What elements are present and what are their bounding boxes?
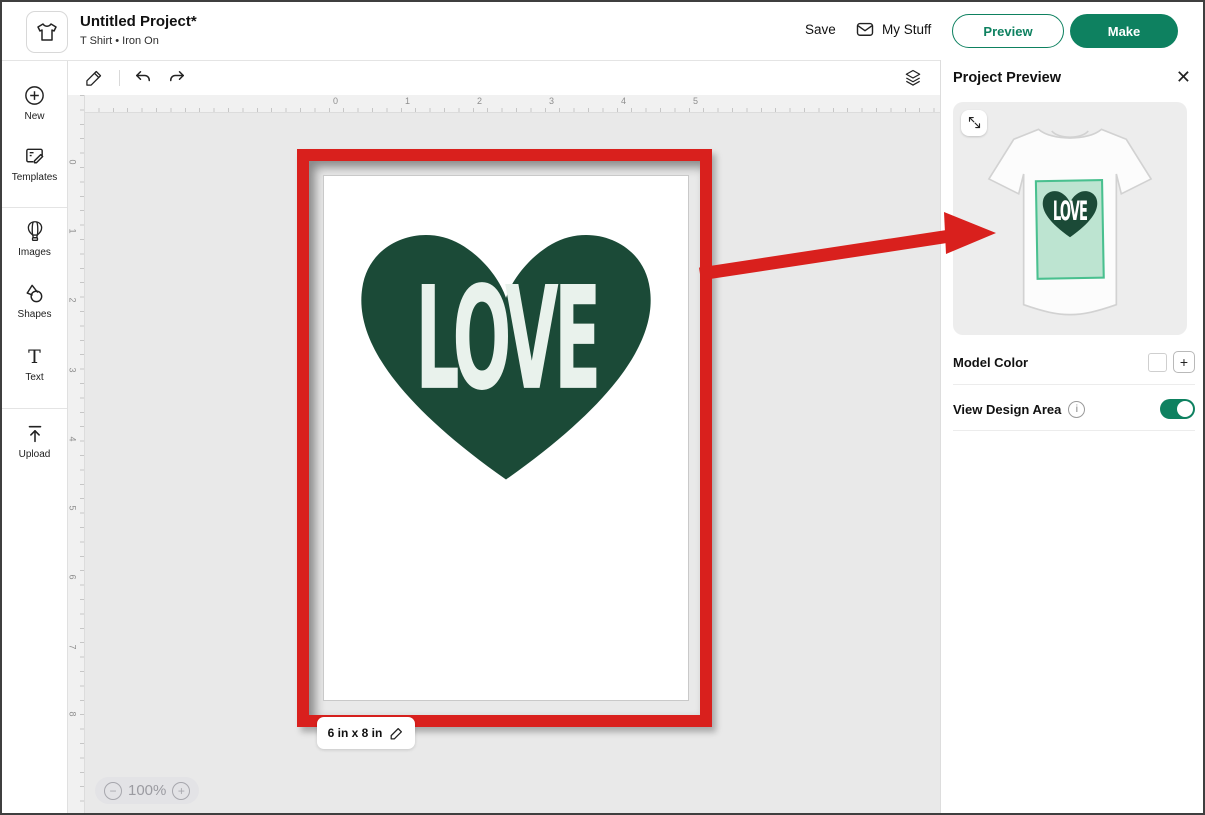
layers-button[interactable] bbox=[900, 65, 926, 91]
model-color-label: Model Color bbox=[953, 355, 1028, 370]
panel-divider bbox=[953, 384, 1195, 385]
zoom-control: − 100% + bbox=[95, 777, 199, 804]
sidebar-item-new[interactable]: New bbox=[2, 84, 67, 122]
sidebar-item-upload[interactable]: Upload bbox=[2, 422, 67, 460]
plus-circle-icon bbox=[2, 84, 67, 108]
ruler-number: 4 bbox=[621, 96, 626, 106]
ruler-number: 3 bbox=[549, 96, 554, 106]
info-icon[interactable]: i bbox=[1068, 401, 1085, 418]
ruler-number: 2 bbox=[477, 96, 482, 106]
tshirt-icon bbox=[35, 20, 59, 44]
view-design-area-toggle[interactable] bbox=[1160, 399, 1195, 419]
ruler-number: 2 bbox=[68, 297, 78, 302]
ruler-number: 5 bbox=[693, 96, 698, 106]
save-button[interactable]: Save bbox=[805, 22, 836, 37]
zoom-in-button[interactable]: + bbox=[172, 782, 190, 800]
expand-icon bbox=[967, 114, 982, 132]
sidebar-item-label: Shapes bbox=[2, 309, 67, 320]
project-title: Untitled Project* bbox=[80, 13, 197, 30]
sidebar-item-label: Images bbox=[2, 247, 67, 258]
ruler-number: 1 bbox=[68, 228, 78, 233]
toggle-knob bbox=[1177, 401, 1193, 417]
vertical-ruler: 0 1 2 3 4 5 6 7 8 bbox=[67, 95, 85, 815]
toolbar-divider bbox=[119, 70, 120, 86]
layers-icon bbox=[903, 68, 923, 88]
sidebar-item-templates[interactable]: Templates bbox=[2, 145, 67, 183]
sidebar-item-images[interactable]: Images bbox=[2, 220, 67, 258]
model-color-swatch[interactable] bbox=[1148, 353, 1167, 372]
redo-button[interactable] bbox=[164, 65, 190, 91]
view-design-area-row: View Design Area i bbox=[953, 392, 1195, 426]
annotation-highlight-box: LOVE bbox=[297, 149, 712, 727]
project-preview-panel: Project Preview ✕ bbox=[940, 60, 1205, 815]
artboard-size-label: 6 in x 8 in bbox=[328, 726, 383, 740]
edit-pencil-button[interactable] bbox=[81, 65, 107, 91]
canvas-toolbar bbox=[67, 60, 940, 95]
zoom-level: 100% bbox=[128, 782, 166, 799]
edit-size-pencil-icon bbox=[389, 725, 404, 740]
love-word: LOVE bbox=[415, 257, 596, 422]
ruler-number: 4 bbox=[68, 436, 78, 441]
panel-divider bbox=[953, 430, 1195, 431]
sidebar-item-label: Text bbox=[2, 372, 67, 383]
left-sidebar: New Templates Images bbox=[2, 60, 68, 815]
project-subtitle: T Shirt • Iron On bbox=[80, 35, 159, 47]
ruler-number: 6 bbox=[68, 574, 78, 579]
templates-icon bbox=[2, 145, 67, 169]
shapes-icon bbox=[2, 282, 67, 306]
zoom-out-button[interactable]: − bbox=[104, 782, 122, 800]
canvas-area[interactable]: 0 1 2 3 4 5 0 1 2 3 4 5 6 7 8 LOVE bbox=[67, 60, 940, 815]
my-stuff-button[interactable]: My Stuff bbox=[855, 19, 931, 39]
ruler-number: 7 bbox=[68, 644, 78, 649]
design-artboard[interactable]: LOVE bbox=[323, 175, 689, 701]
project-type-button[interactable] bbox=[26, 11, 68, 53]
love-heart-design[interactable]: LOVE bbox=[348, 214, 664, 486]
my-stuff-label: My Stuff bbox=[882, 22, 931, 37]
horizontal-ruler: 0 1 2 3 4 5 bbox=[84, 95, 940, 113]
preview-button[interactable]: Preview bbox=[952, 14, 1064, 48]
expand-preview-button[interactable] bbox=[961, 110, 987, 136]
redo-icon bbox=[167, 68, 187, 88]
ruler-number: 3 bbox=[68, 367, 78, 372]
ruler-number: 1 bbox=[405, 96, 410, 106]
app-window: Untitled Project* T Shirt • Iron On Save… bbox=[0, 0, 1205, 815]
upload-icon bbox=[2, 422, 67, 446]
undo-button[interactable] bbox=[130, 65, 156, 91]
sidebar-item-label: Templates bbox=[2, 172, 67, 183]
love-word-preview: LOVE bbox=[1053, 195, 1087, 227]
view-design-area-label: View Design Area bbox=[953, 402, 1061, 417]
ruler-number: 8 bbox=[68, 711, 78, 716]
top-bar: Untitled Project* T Shirt • Iron On Save… bbox=[2, 2, 1205, 61]
make-button[interactable]: Make bbox=[1070, 14, 1178, 48]
text-icon: T bbox=[2, 345, 67, 369]
balloon-icon bbox=[2, 220, 67, 244]
close-icon[interactable]: ✕ bbox=[1176, 67, 1191, 88]
envelope-icon bbox=[855, 19, 875, 39]
sidebar-divider bbox=[2, 207, 67, 208]
ruler-number: 0 bbox=[68, 159, 78, 164]
ruler-number: 5 bbox=[68, 505, 78, 510]
model-color-row: Model Color + bbox=[953, 345, 1195, 379]
undo-icon bbox=[133, 68, 153, 88]
artboard-size-badge[interactable]: 6 in x 8 in bbox=[317, 717, 415, 749]
panel-title: Project Preview bbox=[953, 70, 1061, 86]
sidebar-item-text[interactable]: T Text bbox=[2, 345, 67, 383]
pencil-icon bbox=[84, 68, 104, 88]
tshirt-preview-image: LOVE bbox=[979, 112, 1161, 332]
sidebar-item-label: Upload bbox=[2, 449, 67, 460]
preview-card: LOVE bbox=[953, 102, 1187, 335]
sidebar-divider bbox=[2, 408, 67, 409]
sidebar-item-shapes[interactable]: Shapes bbox=[2, 282, 67, 320]
sidebar-item-label: New bbox=[2, 111, 67, 122]
ruler-number: 0 bbox=[333, 96, 338, 106]
add-model-color-button[interactable]: + bbox=[1173, 351, 1195, 373]
